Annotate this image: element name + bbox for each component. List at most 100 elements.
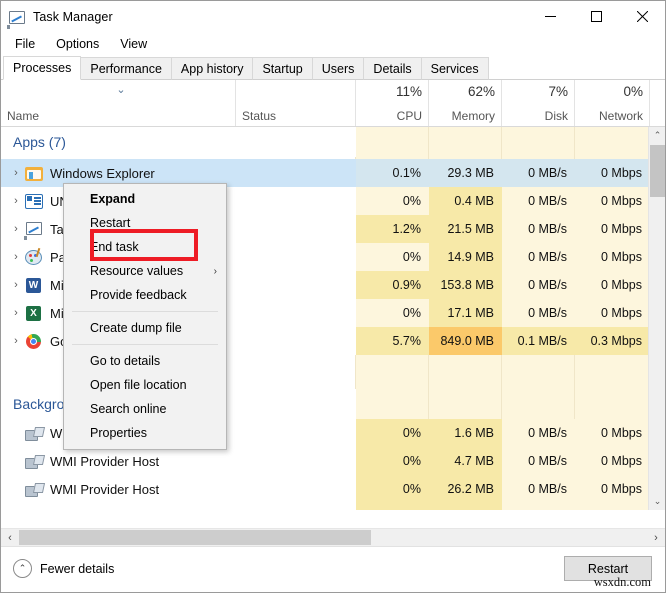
cell-cpu: 0% (356, 454, 421, 468)
cell-memory: 14.9 MB (429, 250, 494, 264)
expander-chevron-icon[interactable]: › (7, 167, 25, 179)
column-header-name[interactable]: Name⌄ (1, 80, 236, 126)
column-usage-network: 0% (623, 84, 643, 99)
cell-cpu: 5.7% (356, 334, 421, 348)
column-usage-memory: 62% (468, 84, 495, 99)
menu-item-provide-feedback[interactable]: Provide feedback (64, 283, 226, 307)
menu-separator (72, 311, 218, 312)
column-header-status[interactable]: Status (236, 80, 356, 126)
scroll-down-button[interactable]: ⌄ (649, 493, 665, 510)
menu-item-expand[interactable]: Expand (64, 187, 226, 211)
menu-item-open-file-location[interactable]: Open file location (64, 373, 226, 397)
expander-chevron-icon[interactable]: › (7, 335, 25, 347)
chevron-up-icon: ⌃ (13, 559, 32, 578)
vertical-scrollbar-thumb[interactable] (650, 145, 665, 197)
cell-network: 0 Mbps (575, 454, 642, 468)
cell-memory: 0.4 MB (429, 194, 494, 208)
menu-item-label: Properties (90, 426, 147, 440)
menu-item-restart[interactable]: Restart (64, 211, 226, 235)
tab-processes[interactable]: Processes (3, 56, 81, 80)
cell-cpu: 0% (356, 194, 421, 208)
table-row[interactable]: WMI Provider Host0%2.9 MB0 MB/s0 Mbps (1, 503, 648, 510)
menu-item-properties[interactable]: Properties (64, 421, 226, 445)
tab-app-history[interactable]: App history (171, 57, 254, 80)
menu-file[interactable]: File (11, 35, 44, 53)
cell-memory: 29.3 MB (429, 166, 494, 180)
expander-chevron-icon[interactable]: › (7, 279, 25, 291)
column-label-cpu: CPU (397, 109, 422, 123)
window-title: Task Manager (33, 10, 113, 24)
column-header-disk[interactable]: 7%Disk (502, 80, 575, 126)
cell-memory: 153.8 MB (429, 278, 494, 292)
service-icon (25, 508, 43, 510)
menu-item-resource-values[interactable]: Resource values› (64, 259, 226, 283)
close-button[interactable] (619, 1, 665, 32)
tab-startup[interactable]: Startup (252, 57, 312, 80)
word-icon (25, 276, 43, 294)
menu-item-search-online[interactable]: Search online (64, 397, 226, 421)
column-header-network[interactable]: 0% Network (575, 80, 650, 126)
column-label-network: Network (599, 109, 643, 123)
tab-performance[interactable]: Performance (80, 57, 172, 80)
table-row[interactable]: WMI Provider Host0%26.2 MB0 MB/s0 Mbps (1, 475, 648, 503)
vertical-scrollbar[interactable]: ⌃ ⌄ (648, 127, 665, 510)
menu-bar: File Options View (1, 32, 665, 56)
cell-cpu: 0.9% (356, 278, 421, 292)
menu-item-go-to-details[interactable]: Go to details (64, 349, 226, 373)
menu-item-label: Expand (90, 192, 135, 206)
unc-app-icon (25, 192, 43, 210)
menu-view[interactable]: View (116, 35, 156, 53)
cell-disk: 0 MB/s (502, 482, 567, 496)
menu-separator (72, 344, 218, 345)
cell-cpu: 1.2% (356, 222, 421, 236)
menu-item-create-dump-file[interactable]: Create dump file (64, 316, 226, 340)
tab-strip: ProcessesPerformanceApp historyStartupUs… (1, 56, 665, 80)
menu-item-end-task[interactable]: End task (64, 235, 226, 259)
menu-item-label: Provide feedback (90, 288, 187, 302)
expander-chevron-icon[interactable]: › (7, 223, 25, 235)
cell-memory: 1.6 MB (429, 426, 494, 440)
tab-services[interactable]: Services (421, 57, 489, 80)
process-name: WMI Provider Host (50, 482, 159, 497)
scroll-left-button[interactable]: ‹ (1, 529, 19, 546)
menu-item-label: Go to details (90, 354, 160, 368)
column-usage-disk: 7% (548, 84, 568, 99)
cell-cpu: 0.1% (356, 166, 421, 180)
menu-item-label: Resource values (90, 264, 183, 278)
cell-disk: 0 MB/s (502, 306, 567, 320)
cell-network: 0 Mbps (575, 222, 642, 236)
horizontal-scrollbar[interactable]: ‹ › (1, 528, 665, 546)
fewer-details-label: Fewer details (40, 562, 114, 576)
scroll-right-button[interactable]: › (647, 529, 665, 546)
expander-chevron-icon[interactable]: › (7, 251, 25, 263)
tab-details[interactable]: Details (363, 57, 421, 80)
cell-network: 0 Mbps (575, 426, 642, 440)
fewer-details-button[interactable]: ⌃ Fewer details (13, 559, 114, 578)
expander-chevron-icon[interactable]: › (7, 195, 25, 207)
cell-memory: 849.0 MB (429, 334, 494, 348)
scroll-up-button[interactable]: ⌃ (649, 127, 665, 144)
cell-disk: 0 MB/s (502, 166, 567, 180)
menu-item-label: Search online (90, 402, 166, 416)
horizontal-scrollbar-thumb[interactable] (19, 530, 371, 545)
table-row[interactable]: WMI Provider Host0%4.7 MB0 MB/s0 Mbps (1, 447, 648, 475)
task-manager-icon (8, 9, 25, 24)
tab-users[interactable]: Users (312, 57, 365, 80)
column-label-status: Status (242, 109, 276, 123)
cell-network: 0.3 Mbps (575, 334, 642, 348)
menu-item-label: Create dump file (90, 321, 182, 335)
minimize-button[interactable] (527, 1, 573, 32)
column-header-memory[interactable]: 62%Memory (429, 80, 502, 126)
cell-network: 0 Mbps (575, 306, 642, 320)
expander-chevron-icon[interactable]: › (7, 307, 25, 319)
cell-disk: 0 MB/s (502, 278, 567, 292)
maximize-button[interactable] (573, 1, 619, 32)
service-icon (25, 480, 43, 498)
column-header-cpu[interactable]: 11%CPU (356, 80, 429, 126)
cell-memory: 21.5 MB (429, 222, 494, 236)
menu-item-label: Open file location (90, 378, 187, 392)
watermark: wsxdn.com (594, 575, 651, 590)
menu-options[interactable]: Options (52, 35, 108, 53)
group-header[interactable]: Apps (7) (1, 127, 648, 157)
cell-memory: 4.7 MB (429, 454, 494, 468)
